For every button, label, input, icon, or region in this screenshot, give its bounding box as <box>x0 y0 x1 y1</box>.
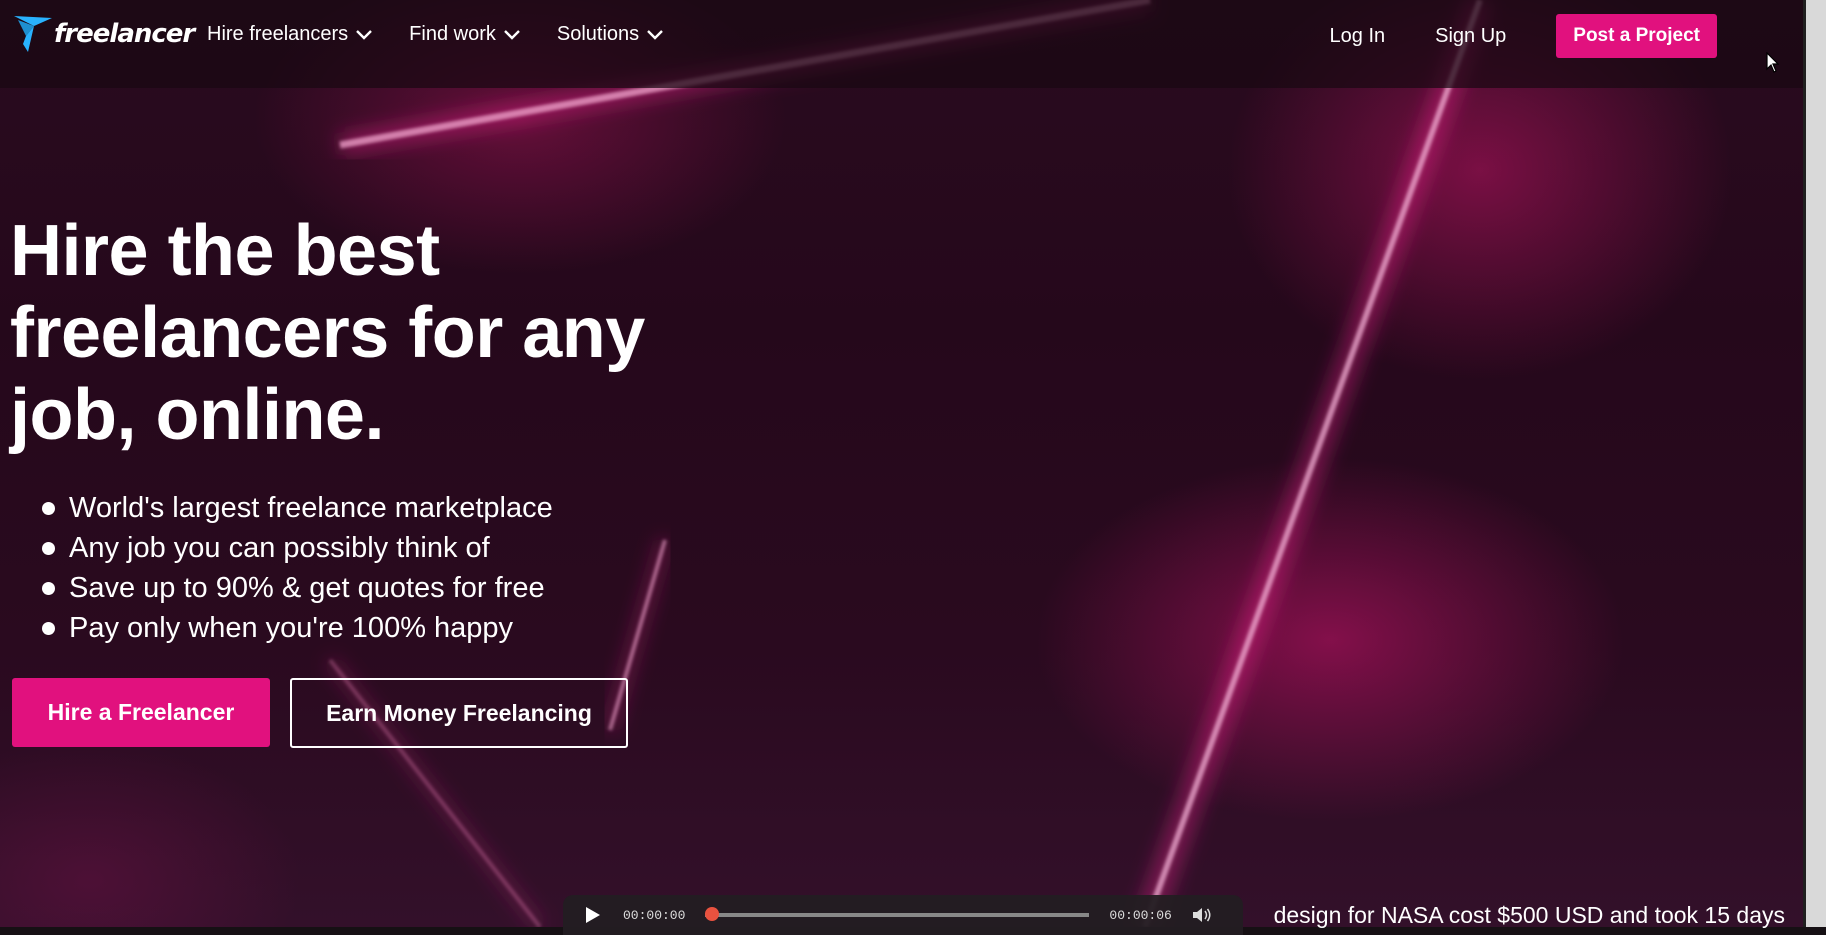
play-icon[interactable] <box>585 906 601 924</box>
bullet-icon <box>42 541 55 555</box>
headline-line-3: job, online. <box>10 375 384 455</box>
list-item: Any job you can possibly think of <box>42 528 553 568</box>
list-item: World's largest freelance marketplace <box>42 488 553 528</box>
video-caption: design for NASA cost $500 USD and took 1… <box>1273 902 1785 928</box>
bullet-icon <box>42 621 55 635</box>
feature-text: Pay only when you're 100% happy <box>69 612 514 644</box>
bird-logo-icon <box>14 16 52 52</box>
hero-actions: Hire a Freelancer Earn Money Freelancing <box>12 678 628 748</box>
current-time: 00:00:00 <box>623 907 686 923</box>
account-actions: Log In Sign Up Post a Project <box>1330 14 1717 58</box>
feature-text: World's largest freelance marketplace <box>69 492 553 524</box>
signup-link[interactable]: Sign Up <box>1435 25 1506 48</box>
window-edge <box>1803 0 1826 927</box>
freelancer-logo[interactable]: freelancer <box>12 14 195 54</box>
menu-solutions[interactable]: Solutions <box>556 23 664 46</box>
menu-solutions-label: Solutions <box>556 23 640 45</box>
volume-icon[interactable] <box>1192 907 1212 923</box>
hero-background <box>0 0 1803 927</box>
headline-line-2: freelancers for any <box>10 293 645 373</box>
logo-text: freelancer <box>54 19 195 49</box>
chevron-down-icon <box>647 29 664 40</box>
bullet-icon <box>42 581 55 595</box>
seek-bar[interactable] <box>705 907 1090 921</box>
hire-freelancer-button[interactable]: Hire a Freelancer <box>12 678 270 747</box>
post-project-button[interactable]: Post a Project <box>1556 14 1717 58</box>
headline-line-1: Hire the best <box>10 211 440 291</box>
menu-find-work[interactable]: Find work <box>409 23 520 46</box>
feature-text: Any job you can possibly think of <box>69 532 490 564</box>
earn-money-button[interactable]: Earn Money Freelancing <box>290 678 628 748</box>
menu-hire-freelancers[interactable]: Hire freelancers <box>207 23 373 46</box>
list-item: Save up to 90% & get quotes for free <box>42 568 553 608</box>
background-video-frame <box>325 0 1493 927</box>
seek-handle[interactable] <box>705 907 720 921</box>
feature-text: Save up to 90% & get quotes for free <box>69 572 545 604</box>
main-menu: Hire freelancers Find work Solutions <box>207 23 700 46</box>
login-link[interactable]: Log In <box>1330 25 1386 48</box>
chevron-down-icon <box>356 29 373 40</box>
chevron-down-icon <box>504 29 520 40</box>
menu-find-work-label: Find work <box>409 23 496 45</box>
feature-list: World's largest freelance marketplace An… <box>42 488 553 648</box>
menu-hire-freelancers-label: Hire freelancers <box>207 23 349 45</box>
bullet-icon <box>42 501 55 515</box>
top-navigation: freelancer Hire freelancers Find work So… <box>0 0 1803 88</box>
video-player-controls: 00:00:00 00:00:06 <box>563 895 1243 935</box>
list-item: Pay only when you're 100% happy <box>42 608 553 648</box>
duration: 00:00:06 <box>1109 907 1172 923</box>
mouse-pointer-icon <box>1766 52 1780 73</box>
hero-headline: Hire the best freelancers for any job, o… <box>10 210 710 456</box>
